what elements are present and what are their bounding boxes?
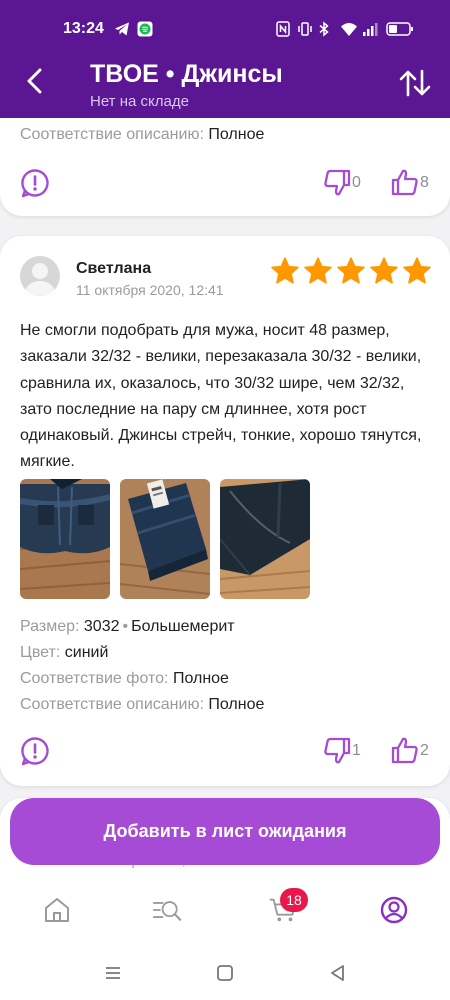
avatar <box>20 256 60 296</box>
vibrate-icon <box>298 22 312 36</box>
wifi-icon <box>341 23 357 36</box>
add-to-waitlist-button[interactable]: Добавить в лист ожидания <box>10 798 440 865</box>
star-icon <box>271 257 299 284</box>
review-date: 11 октября 2020, 12:41 <box>76 282 224 298</box>
spotify-icon <box>137 21 153 37</box>
review-text: Не смогли подобрать для мужа, носит 48 р… <box>20 322 422 471</box>
photo-match: Соответствие фото: Полное <box>20 670 229 687</box>
like-count: 2 <box>420 742 429 759</box>
review-photo[interactable] <box>220 479 310 599</box>
home-square-icon[interactable] <box>215 963 235 983</box>
report-icon[interactable] <box>20 736 50 766</box>
profile-icon[interactable] <box>379 895 409 925</box>
back-arrow-icon[interactable] <box>18 64 52 98</box>
dislike-count: 1 <box>352 742 361 759</box>
review-photo[interactable] <box>120 479 210 599</box>
menu-icon[interactable] <box>103 963 123 983</box>
review-size: Размер: 3032 • Большемерит <box>20 618 235 635</box>
report-icon[interactable] <box>20 168 50 198</box>
star-icon <box>337 257 365 284</box>
telegram-icon <box>115 22 129 36</box>
star-icon <box>403 257 431 284</box>
bottom-nav <box>0 875 450 945</box>
app-header: ТВОЕ • Джинсы Нет на складе <box>0 48 450 118</box>
like-icon[interactable] <box>390 167 420 197</box>
like-icon[interactable] <box>390 735 420 765</box>
nfc-icon <box>276 21 290 37</box>
description-match: Соответствие описанию: Полное <box>20 696 265 713</box>
cart-count-badge: 18 <box>280 888 308 912</box>
like-count: 8 <box>420 174 429 191</box>
back-triangle-icon[interactable] <box>328 963 348 983</box>
home-icon[interactable] <box>42 895 72 925</box>
bluetooth-icon <box>319 21 329 37</box>
reviews-list[interactable]: Соответствие описанию: Полное 0 8 Светла… <box>0 118 450 875</box>
review-photo[interactable] <box>20 479 110 599</box>
dislike-count: 0 <box>352 174 361 191</box>
status-bar: 13:24 <box>0 0 450 48</box>
review-color: Цвет: синий <box>20 644 109 661</box>
battery-icon <box>386 22 413 36</box>
dislike-icon[interactable] <box>322 168 352 198</box>
star-icon <box>370 257 398 284</box>
star-icon <box>304 257 332 284</box>
catalog-search-icon[interactable] <box>152 895 182 925</box>
review-author: Светлана <box>76 260 152 277</box>
signal-icon <box>363 23 378 36</box>
user-avatar-icon <box>24 263 56 296</box>
sort-icon[interactable] <box>398 68 432 98</box>
description-match: Соответствие описанию: Полное <box>20 126 265 143</box>
status-time: 13:24 <box>63 20 104 37</box>
system-nav-bar <box>0 945 450 1000</box>
page-title: ТВОЕ • Джинсы <box>90 60 283 88</box>
review-card: Соответствие описанию: Полное 0 8 <box>0 118 450 216</box>
dislike-icon[interactable] <box>322 736 352 766</box>
rating-stars <box>270 256 432 286</box>
stock-status: Нет на складе <box>90 93 189 110</box>
review-card: Светлана 11 октября 2020, 12:41 Не смогл… <box>0 236 450 786</box>
